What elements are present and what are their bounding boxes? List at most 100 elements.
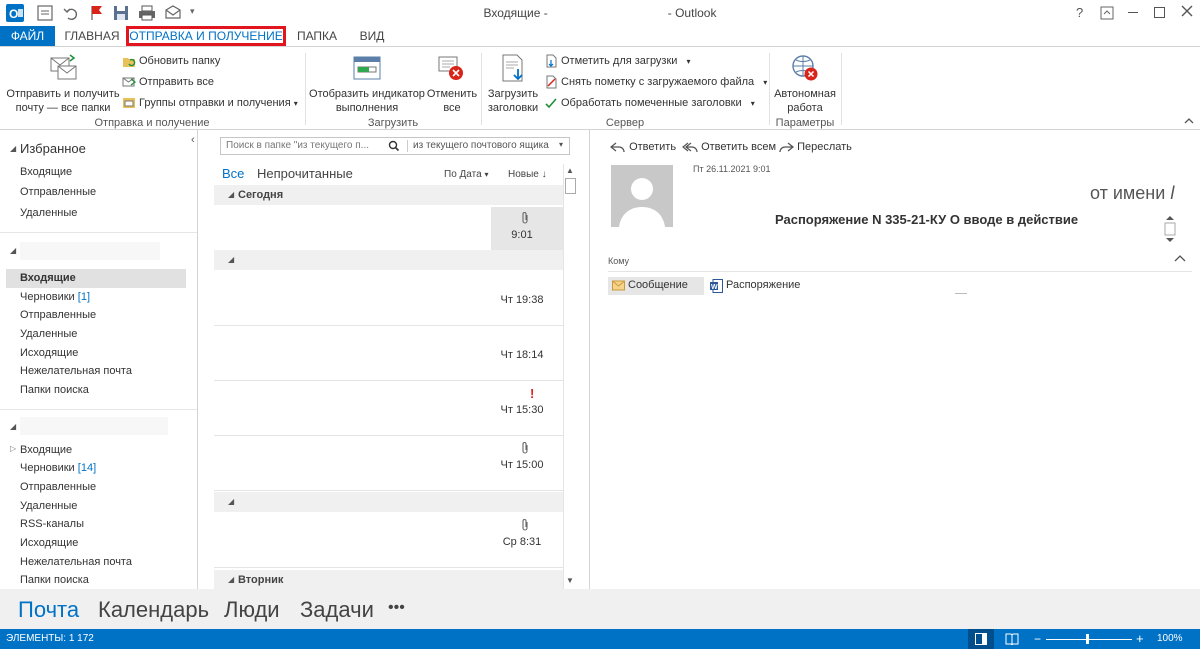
nav-mail[interactable]: Почта (18, 597, 79, 623)
process-marked-headers-button[interactable]: Обработать помеченные заголовки ▾ (544, 94, 755, 112)
zoom-slider[interactable] (1046, 639, 1132, 640)
sort-order-toggle[interactable]: Новые ↓ (508, 169, 547, 180)
collapse-folder-pane-icon[interactable]: ‹ (191, 134, 195, 146)
update-folder-icon (122, 54, 136, 68)
show-progress-icon (352, 53, 382, 83)
folder-deleted[interactable]: Удаленные (20, 325, 77, 343)
folder-outbox[interactable]: Исходящие (20, 344, 78, 362)
list-item[interactable]: Чт 15:00 (214, 437, 564, 491)
folder2-sent[interactable]: Отправленные (20, 478, 96, 496)
group-header-collapsed[interactable]: ◢ (214, 492, 564, 512)
list-item[interactable]: Ср 8:31 (214, 514, 564, 568)
group-header-tuesday[interactable]: ◢ Вторник (214, 570, 564, 589)
cancel-all-button[interactable]: Отменить все (426, 51, 478, 115)
group-label-preferences: Параметры (775, 117, 835, 129)
download-headers-button[interactable]: Загрузить заголовки (484, 51, 542, 115)
chevron-down-icon: ▾ (686, 57, 691, 66)
nav-people[interactable]: Люди (224, 597, 280, 623)
process-headers-icon (544, 96, 558, 110)
unmark-download-button[interactable]: Снять пометку с загружаемого файла ▾ (544, 73, 767, 91)
chevron-right-icon[interactable]: ▷ (10, 444, 16, 453)
tab-file[interactable]: ФАЙЛ (0, 26, 55, 46)
folder2-junk[interactable]: Нежелательная почта (20, 553, 132, 571)
scroll-down-icon[interactable]: ▼ (566, 576, 574, 585)
reply-button[interactable]: Ответить (610, 141, 676, 153)
send-receive-all-button[interactable]: Отправить и получить почту — все папки (4, 51, 122, 115)
folder-drafts[interactable]: Черновики [1] (20, 288, 90, 306)
attachment-message-tab[interactable]: Сообщение (608, 277, 704, 295)
folder2-search[interactable]: Папки поиска (20, 571, 89, 589)
search-input[interactable]: Поиск в папке "из текущего п... (226, 140, 369, 151)
help-button[interactable]: ? (1076, 5, 1083, 20)
chevron-expanded-icon[interactable]: ◢ (10, 144, 16, 153)
filter-all-tab[interactable]: Все (222, 166, 244, 181)
nav-calendar[interactable]: Календарь (98, 597, 209, 623)
send-all-button[interactable]: Отправить все (122, 73, 214, 91)
tab-home[interactable]: ГЛАВНАЯ (60, 26, 124, 46)
fav-item-sent[interactable]: Отправленные (20, 183, 96, 201)
search-box[interactable]: Поиск в папке "из текущего п... из текущ… (220, 137, 570, 155)
tab-folder[interactable]: ПАПКА (290, 26, 344, 46)
fav-item-inbox[interactable]: Входящие (20, 163, 72, 181)
sort-by-dropdown[interactable]: По Дата ▾ (444, 169, 488, 180)
zoom-out-button[interactable]: − (1034, 632, 1041, 646)
folder2-deleted[interactable]: Удаленные (20, 497, 77, 515)
word-document-icon: W (710, 279, 723, 293)
folder-junk[interactable]: Нежелательная почта (20, 362, 132, 380)
update-folder-button[interactable]: Обновить папку (122, 52, 220, 70)
folder-sent[interactable]: Отправленные (20, 306, 96, 324)
folder2-inbox[interactable]: Входящие (20, 441, 72, 459)
close-window-icon[interactable] (1180, 4, 1194, 18)
sender-avatar[interactable] (611, 165, 673, 227)
group-label-server: Сервер (605, 117, 645, 129)
chevron-expanded-icon[interactable]: ◢ (10, 246, 16, 255)
search-scope-dropdown[interactable]: из текущего почтового ящика (413, 140, 549, 151)
account-header-redacted[interactable] (20, 417, 168, 435)
folder2-outbox[interactable]: Исходящие (20, 534, 78, 552)
scroll-thumb[interactable] (565, 178, 576, 194)
folder-search[interactable]: Папки поиска (20, 381, 89, 399)
maximize-button[interactable] (1154, 7, 1165, 18)
collapse-header-icon[interactable] (1174, 254, 1186, 262)
collapse-ribbon-icon[interactable] (1184, 117, 1194, 125)
folder2-rss[interactable]: RSS-каналы (20, 515, 84, 533)
account-header-redacted[interactable] (20, 242, 160, 260)
reply-all-icon (682, 141, 698, 153)
tab-view[interactable]: ВИД (348, 26, 396, 46)
filter-unread-tab[interactable]: Непрочитанные (257, 166, 353, 181)
ribbon-display-options-icon[interactable] (1100, 6, 1114, 20)
header-scroll[interactable] (1163, 212, 1177, 246)
send-receive-groups-dropdown[interactable]: Группы отправки и получения ▾ (122, 94, 298, 112)
reading-view-icon[interactable] (1005, 633, 1019, 645)
zoom-in-button[interactable]: + (1136, 631, 1144, 646)
tab-send-receive[interactable]: ОТПРАВКА И ПОЛУЧЕНИЕ (126, 26, 286, 46)
group-header-today[interactable]: ◢ Сегодня (214, 185, 564, 205)
list-item[interactable]: Чт 19:38 (214, 272, 564, 326)
chevron-expanded-icon[interactable]: ◢ (10, 422, 16, 431)
favorites-header[interactable]: Избранное (20, 141, 86, 156)
list-item[interactable]: ! Чт 15:30 (214, 382, 564, 436)
chevron-down-icon: ▾ (293, 99, 298, 108)
list-item[interactable]: Чт 18:14 (214, 327, 564, 381)
folder-inbox[interactable]: Входящие (20, 269, 76, 287)
nav-tasks[interactable]: Задачи (300, 597, 374, 623)
forward-button[interactable]: Переслать (778, 141, 852, 153)
search-icon[interactable] (388, 140, 400, 152)
show-progress-button[interactable]: Отобразить индикатор выполнения (308, 51, 426, 115)
list-scrollbar[interactable]: ▲ ▼ (563, 164, 578, 589)
zoom-slider-thumb[interactable] (1086, 634, 1089, 644)
reading-pane: Ответить Ответить всем Переслать Пт 26.1… (589, 130, 1200, 589)
zoom-level[interactable]: 100% (1157, 633, 1183, 644)
fav-item-deleted[interactable]: Удаленные (20, 204, 77, 222)
reply-all-button[interactable]: Ответить всем (682, 141, 776, 153)
minimize-button[interactable] (1128, 12, 1138, 13)
scroll-up-icon[interactable]: ▲ (566, 166, 574, 175)
group-header-collapsed[interactable]: ◢ (214, 250, 564, 270)
normal-view-button[interactable] (968, 629, 994, 649)
nav-more-icon[interactable]: ••• (388, 599, 405, 617)
work-offline-button[interactable]: Автономная работа (772, 51, 838, 115)
chevron-down-icon[interactable]: ▾ (559, 140, 563, 149)
folder2-drafts[interactable]: Черновики [14] (20, 459, 96, 477)
mark-to-download-button[interactable]: Отметить для загрузки ▾ (544, 52, 691, 70)
normal-view-icon (975, 633, 987, 645)
